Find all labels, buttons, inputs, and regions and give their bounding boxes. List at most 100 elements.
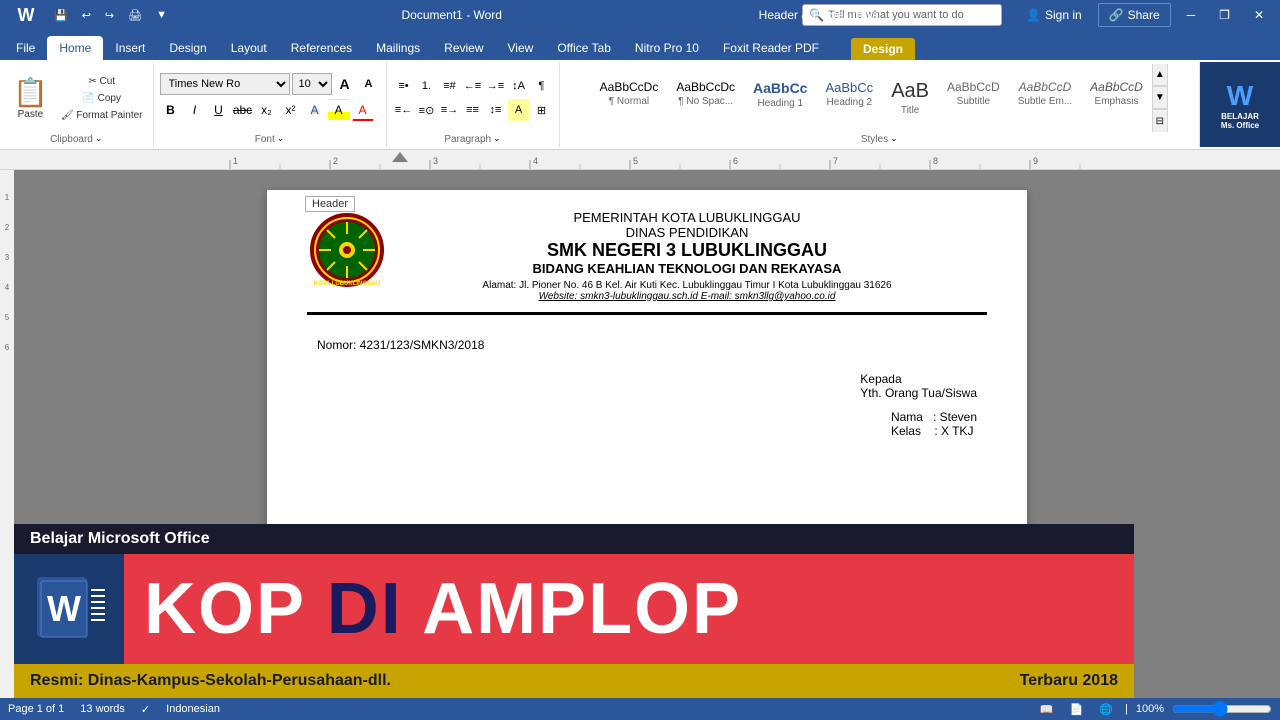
sort-button[interactable]: ↕A [508, 75, 530, 97]
font-grow-button[interactable]: A [334, 73, 356, 95]
kepada-value: Yth. Orang Tua/Siswa [860, 386, 977, 400]
tab-office[interactable]: Office Tab [545, 36, 623, 60]
font-size-select[interactable]: 10 [292, 73, 332, 95]
font-expand-icon[interactable]: ⌄ [277, 133, 285, 144]
banner-bottom-left-text: Resmi: Dinas-Kampus-Sekolah-Perusahaan-d… [30, 672, 391, 690]
style-no-spacing-preview: AaBbCcDc [676, 80, 735, 94]
style-emphasis-label: Emphasis [1095, 96, 1139, 107]
restore-button[interactable]: ❐ [1211, 6, 1238, 24]
style-heading1[interactable]: AaBbCc Heading 1 [744, 75, 816, 121]
school-logo: KOTA LUBUKLINGGAU [307, 210, 387, 290]
svg-text:W: W [47, 588, 81, 629]
italic-button[interactable]: I [184, 99, 206, 121]
style-emphasis[interactable]: AaBbCcD Emphasis [1081, 75, 1152, 121]
tab-insert[interactable]: Insert [103, 36, 157, 60]
increase-indent-button[interactable]: →≡ [485, 75, 507, 97]
shading-button[interactable]: A [508, 99, 530, 121]
qat-undo-button[interactable]: ↩ [78, 7, 95, 24]
align-left-button[interactable]: ≡← [393, 99, 415, 121]
tab-file[interactable]: File [4, 36, 47, 60]
style-title[interactable]: AaB Title [882, 75, 938, 121]
justify-button[interactable]: ≡≡ [462, 99, 484, 121]
minimize-button[interactable]: ─ [1179, 6, 1204, 24]
svg-text:5: 5 [5, 313, 10, 322]
tab-view[interactable]: View [496, 36, 546, 60]
underline-button[interactable]: U [208, 99, 230, 121]
show-marks-button[interactable]: ¶ [531, 75, 553, 97]
superscript-button[interactable]: x² [280, 99, 302, 121]
banner-channel: Belajar Microsoft Office [14, 524, 1134, 554]
paragraph-expand-icon[interactable]: ⌄ [493, 133, 501, 144]
subscript-button[interactable]: x₂ [256, 99, 278, 121]
text-effect-button[interactable]: A [304, 99, 326, 121]
strikethrough-button[interactable]: abc [232, 99, 254, 121]
tab-layout[interactable]: Layout [219, 36, 279, 60]
style-subtitle[interactable]: AaBbCcD Subtitle [938, 75, 1009, 121]
multilevel-button[interactable]: ≡# [439, 75, 461, 97]
tab-mailings[interactable]: Mailings [364, 36, 432, 60]
paste-button[interactable]: 📋 Paste [6, 73, 55, 123]
tab-references[interactable]: References [279, 36, 364, 60]
styles-more-button[interactable]: ⊟ [1152, 109, 1168, 132]
style-no-spacing[interactable]: AaBbCcDc ¶ No Spac... [667, 75, 744, 121]
share-button[interactable]: 🔗 Share [1098, 3, 1171, 27]
svg-text:6: 6 [733, 156, 738, 166]
tab-design[interactable]: Design [157, 36, 218, 60]
paragraph-row1: ≡• 1. ≡# ←≡ →≡ ↕A ¶ [393, 75, 553, 97]
tab-home[interactable]: Home [47, 36, 103, 60]
styles-label-container: Styles ⌄ [566, 132, 1194, 145]
status-left: Page 1 of 1 13 words ✓ Indonesian [8, 703, 220, 716]
print-layout-button[interactable]: 📄 [1066, 701, 1088, 718]
style-subtle-emphasis-preview: AaBbCcD [1019, 80, 1072, 94]
svg-text:2: 2 [5, 223, 10, 232]
bold-button[interactable]: B [160, 99, 182, 121]
amplop-text: AMPLOP [422, 569, 742, 649]
font-family-select[interactable]: Times New Ro [160, 73, 290, 95]
web-layout-button[interactable]: 🌐 [1095, 701, 1117, 718]
style-subtle-emphasis[interactable]: AaBbCcD Subtle Em... [1009, 75, 1081, 121]
share-icon: 🔗 [1109, 8, 1124, 22]
style-normal[interactable]: AaBbCcDc ¶ Normal [591, 75, 668, 121]
format-painter-button[interactable]: 🖌 Format Painter [57, 108, 147, 123]
qat-customize-button[interactable]: ▼ [152, 7, 171, 23]
clipboard-expand-icon[interactable]: ⌄ [95, 133, 103, 144]
highlight-button[interactable]: A [328, 99, 350, 121]
close-button[interactable]: ✕ [1246, 6, 1272, 24]
zoom-level: 100% [1136, 703, 1164, 715]
font-shrink-button[interactable]: A [358, 73, 380, 95]
copy-button[interactable]: 📄 Copy [57, 91, 147, 106]
signin-button[interactable]: 👤 Sign in [1018, 4, 1090, 26]
qat-save-button[interactable]: 💾 [50, 7, 72, 24]
style-heading2[interactable]: AaBbCc Heading 2 [816, 75, 882, 121]
ribbon-tabs: File Home Insert Design Layout Reference… [0, 30, 1280, 60]
kepada-title: Kepada [860, 372, 977, 386]
clipboard-small-buttons: ✂ Cut 📄 Copy 🖌 Format Painter [57, 74, 147, 123]
tab-nitro[interactable]: Nitro Pro 10 [623, 36, 711, 60]
svg-text:3: 3 [433, 156, 438, 166]
align-center-button[interactable]: ≡⊙ [416, 99, 438, 121]
styles-scroll-down-button[interactable]: ▼ [1152, 86, 1168, 109]
kelas-row: Kelas : X TKJ [891, 424, 977, 438]
nomor-text: Nomor: 4231/123/SMKN3/2018 [317, 338, 977, 352]
tab-foxit[interactable]: Foxit Reader PDF [711, 36, 831, 60]
tab-review[interactable]: Review [432, 36, 495, 60]
word-count: 13 words [80, 703, 125, 715]
line-spacing-button[interactable]: ↕≡ [485, 99, 507, 121]
qat-redo-button[interactable]: ↪ [101, 7, 118, 24]
language: Indonesian [166, 703, 220, 715]
borders-button[interactable]: ⊞ [531, 99, 553, 121]
hf-design-tab[interactable]: Design [851, 38, 915, 60]
read-mode-button[interactable]: 📖 [1036, 701, 1058, 718]
zoom-slider[interactable] [1172, 702, 1272, 716]
styles-expand-icon[interactable]: ⌄ [890, 133, 898, 144]
qat-print-button[interactable]: 🖨 [124, 7, 146, 24]
numbering-button[interactable]: 1. [416, 75, 438, 97]
align-right-button[interactable]: ≡→ [439, 99, 461, 121]
decrease-indent-button[interactable]: ←≡ [462, 75, 484, 97]
style-subtitle-preview: AaBbCcD [947, 80, 1000, 94]
font-color-button[interactable]: A [352, 99, 374, 121]
styles-scroll-up-button[interactable]: ▲ [1152, 64, 1168, 86]
school-header: KOTA LUBUKLINGGAU PEMERINTAH KOTA LUBUKL… [307, 210, 987, 315]
bullets-button[interactable]: ≡• [393, 75, 415, 97]
cut-button[interactable]: ✂ Cut [57, 74, 147, 89]
